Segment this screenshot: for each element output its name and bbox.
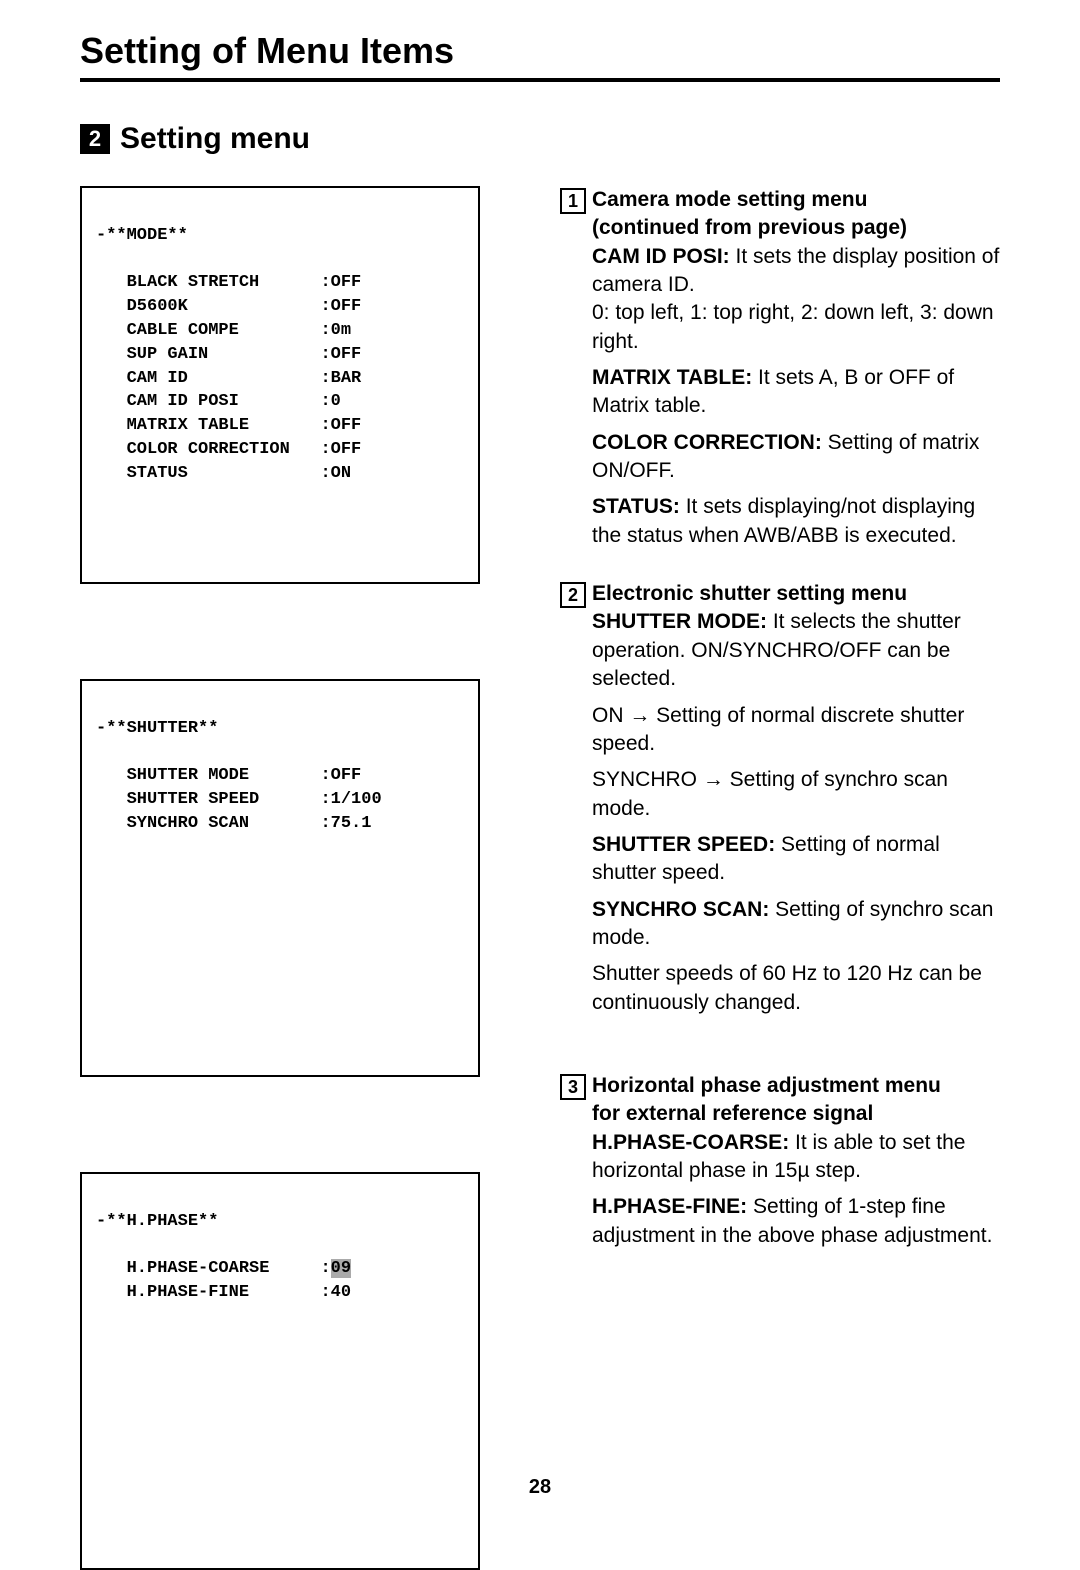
hphase-fine-label: H.PHASE-FINE: bbox=[592, 1195, 747, 1218]
section-number-box: 2 bbox=[80, 124, 110, 154]
cam-id-posi-text2: 0: top left, 1: top right, 2: down left,… bbox=[592, 299, 1000, 356]
mode-row-name: BLACK STRETCH bbox=[127, 273, 260, 292]
mode-row-value: :OFF bbox=[320, 345, 361, 364]
desc-title: Horizontal phase adjustment menu bbox=[592, 1074, 941, 1097]
desc-title: Electronic shutter setting menu bbox=[592, 582, 907, 605]
desc-title: Camera mode setting menu bbox=[592, 188, 867, 211]
mode-menu-screen: -**MODE** BLACK STRETCH :OFF D5600K :OFF… bbox=[80, 186, 480, 584]
hphase-row-value: :40 bbox=[320, 1283, 351, 1302]
desc-title-cont: (continued from previous page) bbox=[560, 214, 1000, 242]
mode-row-name: COLOR CORRECTION bbox=[127, 440, 290, 459]
shutter-header: -**SHUTTER** bbox=[96, 719, 218, 738]
mode-row-name: CAM ID POSI bbox=[127, 392, 239, 411]
hphase-header: -**H.PHASE** bbox=[96, 1212, 218, 1231]
mode-row-value: :ON bbox=[320, 464, 351, 483]
shutter-mode-label: SHUTTER MODE: bbox=[592, 610, 767, 633]
hphase-row-value-highlight: 09 bbox=[331, 1259, 351, 1278]
hphase-row-name: H.PHASE-FINE bbox=[127, 1283, 249, 1302]
hphase-menu-screen: -**H.PHASE** H.PHASE-COARSE :09 H.PHASE-… bbox=[80, 1172, 480, 1570]
mode-row-value: :0 bbox=[320, 392, 340, 411]
mode-row-value: :OFF bbox=[320, 273, 361, 292]
page-number: 28 bbox=[0, 1476, 1080, 1499]
desc-num-box: 3 bbox=[560, 1074, 586, 1100]
desc-hphase: 3 Horizontal phase adjustment menu for ex… bbox=[560, 1072, 1000, 1250]
shutter-row-value: :OFF bbox=[320, 766, 361, 785]
mode-row-name: CAM ID bbox=[127, 369, 188, 388]
hphase-coarse-label: H.PHASE-COARSE: bbox=[592, 1131, 789, 1154]
shutter-menu-screen: -**SHUTTER** SHUTTER MODE :OFF SHUTTER S… bbox=[80, 679, 480, 1077]
synchro-scan-label: SYNCHRO SCAN: bbox=[592, 898, 769, 921]
mode-row-value: :OFF bbox=[320, 416, 361, 435]
shutter-speed-label: SHUTTER SPEED: bbox=[592, 833, 775, 856]
mode-row-name: D5600K bbox=[127, 297, 188, 316]
mode-row-name: STATUS bbox=[127, 464, 188, 483]
mode-row-value: :OFF bbox=[320, 297, 361, 316]
shutter-row-value: :75.1 bbox=[320, 814, 371, 833]
mode-row-value: :OFF bbox=[320, 440, 361, 459]
desc-electronic-shutter: 2 Electronic shutter setting menu SHUTTER… bbox=[560, 580, 1000, 1017]
page-title: Setting of Menu Items bbox=[80, 30, 1000, 82]
matrix-label: MATRIX TABLE: bbox=[592, 366, 752, 389]
desc-title-cont: for external reference signal bbox=[560, 1100, 1000, 1128]
mode-row-name: MATRIX TABLE bbox=[127, 416, 249, 435]
desc-num-box: 1 bbox=[560, 188, 586, 214]
range-text: Shutter speeds of 60 Hz to 120 Hz can be… bbox=[560, 960, 1000, 1017]
shutter-row-name: SYNCHRO SCAN bbox=[127, 814, 249, 833]
mode-row-value: :0m bbox=[320, 321, 351, 340]
mode-row-name: CABLE COMPE bbox=[127, 321, 239, 340]
mode-header: -**MODE** bbox=[96, 226, 188, 245]
shutter-row-name: SHUTTER SPEED bbox=[127, 790, 260, 809]
on-text: ON → Setting of normal discrete shutter … bbox=[560, 702, 1000, 759]
desc-camera-mode: 1 Camera mode setting menu (continued fro… bbox=[560, 186, 1000, 550]
shutter-row-value: :1/100 bbox=[320, 790, 381, 809]
hphase-row-value-prefix: : bbox=[320, 1259, 330, 1278]
synchro-text: SYNCHRO → Setting of synchro scan mode. bbox=[560, 766, 1000, 823]
color-label: COLOR CORRECTION: bbox=[592, 431, 822, 454]
section-title: Setting menu bbox=[120, 122, 310, 156]
section-heading: 2 Setting menu bbox=[80, 122, 1000, 156]
cam-id-posi-label: CAM ID POSI: bbox=[592, 245, 730, 268]
mode-row-name: SUP GAIN bbox=[127, 345, 209, 364]
status-label: STATUS: bbox=[592, 495, 680, 518]
mode-row-value: :BAR bbox=[320, 369, 361, 388]
desc-num-box: 2 bbox=[560, 582, 586, 608]
hphase-row-name: H.PHASE-COARSE bbox=[127, 1259, 270, 1278]
shutter-row-name: SHUTTER MODE bbox=[127, 766, 249, 785]
